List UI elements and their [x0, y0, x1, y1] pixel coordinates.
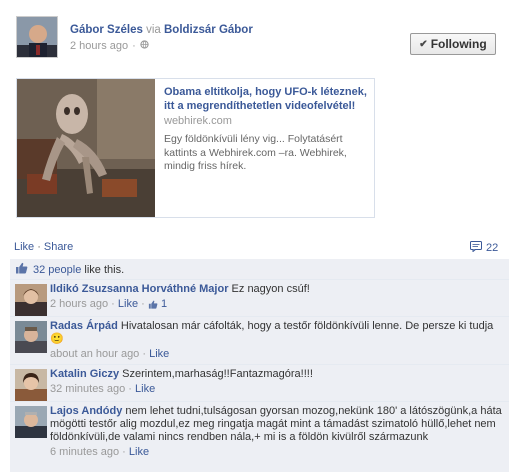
link-preview-card[interactable]: Obama eltitkolja, hogy UFO-k léteznek, i…	[16, 78, 375, 218]
comment-item: Ildikó Zsuzsanna Horváthné Major Ez nagy…	[10, 279, 509, 316]
comment-avatar[interactable]	[15, 284, 47, 316]
comment-text: Hivatalosan már cáfolták, hogy a testőr …	[120, 320, 494, 332]
likes-people-link[interactable]: 32 people	[33, 264, 81, 276]
likes-summary: 32 people like this.	[10, 259, 509, 279]
comment-item: Lajos Andódy nem lehet tudni,tulságosan …	[10, 401, 509, 472]
comment-likes-count[interactable]: 1	[148, 298, 167, 310]
comment-text: Szerintem,marhaság!!Fantazmagóra!!!!	[122, 368, 313, 380]
following-label: Following	[430, 37, 487, 51]
link-title[interactable]: Obama eltitkolja, hogy UFO-k léteznek, i…	[164, 85, 369, 113]
comment-timestamp[interactable]: 6 minutes ago	[50, 446, 119, 458]
comment-timestamp[interactable]: about an hour ago	[50, 348, 139, 360]
via-author-link[interactable]: Boldizsár Gábor	[164, 24, 253, 36]
check-icon: ✔	[419, 38, 428, 50]
post-meta: 2 hours ago ·	[70, 40, 149, 52]
comment-avatar[interactable]	[15, 321, 47, 353]
meta-separator: ·	[141, 298, 148, 310]
comment-text: Ez nagyon csúf!	[231, 283, 310, 295]
comments-section: 32 people like this. Ildikó Zsuzsanna Ho…	[10, 259, 509, 472]
post-timestamp[interactable]: 2 hours ago	[70, 40, 128, 52]
comment-count[interactable]: 22	[470, 241, 498, 255]
comment-avatar[interactable]	[15, 369, 47, 401]
comment-likes-value: 1	[160, 298, 168, 310]
comment-author[interactable]: Ildikó Zsuzsanna Horváthné Major	[50, 283, 228, 295]
share-link[interactable]: Share	[44, 241, 73, 253]
comment-item: Radas Árpád Hivatalosan már cáfolták, ho…	[10, 316, 509, 363]
likes-suffix: like this.	[84, 263, 125, 276]
author-name-link[interactable]: Gábor Széles	[70, 24, 143, 36]
comment-like-link[interactable]: Like	[135, 383, 155, 395]
like-link[interactable]: Like	[14, 241, 34, 253]
comment-timestamp[interactable]: 2 hours ago	[50, 298, 108, 310]
author-avatar[interactable]	[16, 16, 58, 58]
comment-like-link[interactable]: Like	[149, 348, 169, 360]
following-button[interactable]: ✔ Following	[410, 33, 496, 55]
globe-icon	[140, 40, 149, 52]
link-domain: webhirek.com	[164, 115, 232, 127]
comment-author[interactable]: Katalin Giczy	[50, 368, 119, 380]
meta-separator: ·	[122, 446, 129, 458]
comment-author[interactable]: Radas Árpád	[50, 320, 118, 332]
comment-item: Katalin Giczy Szerintem,marhaság!!Fantaz…	[10, 364, 509, 401]
meta-separator: ·	[128, 383, 136, 395]
post-header: Gábor Széles via Boldizsár Gábor 2 hours…	[0, 0, 509, 70]
via-word: via	[146, 24, 161, 36]
meta-separator: ·	[111, 298, 118, 310]
meta-separator: ·	[132, 40, 136, 52]
thumbs-up-icon	[15, 262, 28, 277]
comment-timestamp[interactable]: 32 minutes ago	[50, 383, 125, 395]
thumbs-up-icon	[148, 300, 158, 313]
link-description: Egy földönkívüli lény vig... Folytatásér…	[164, 133, 347, 172]
action-separator: ·	[37, 241, 41, 253]
comment-author[interactable]: Lajos Andódy	[50, 405, 122, 417]
author-line: Gábor Széles via Boldizsár Gábor	[70, 24, 253, 36]
smiley-emoji: 🙂	[50, 333, 64, 345]
comment-icon	[470, 241, 482, 255]
link-text: Obama eltitkolja, hogy UFO-k léteznek, i…	[164, 85, 369, 174]
comment-like-link[interactable]: Like	[129, 446, 149, 458]
comment-avatar[interactable]	[15, 406, 47, 438]
comment-count-value: 22	[486, 242, 499, 254]
comment-like-link[interactable]: Like	[118, 298, 138, 310]
action-bar: Like · Share 22	[0, 240, 509, 256]
link-thumbnail[interactable]	[17, 79, 155, 217]
